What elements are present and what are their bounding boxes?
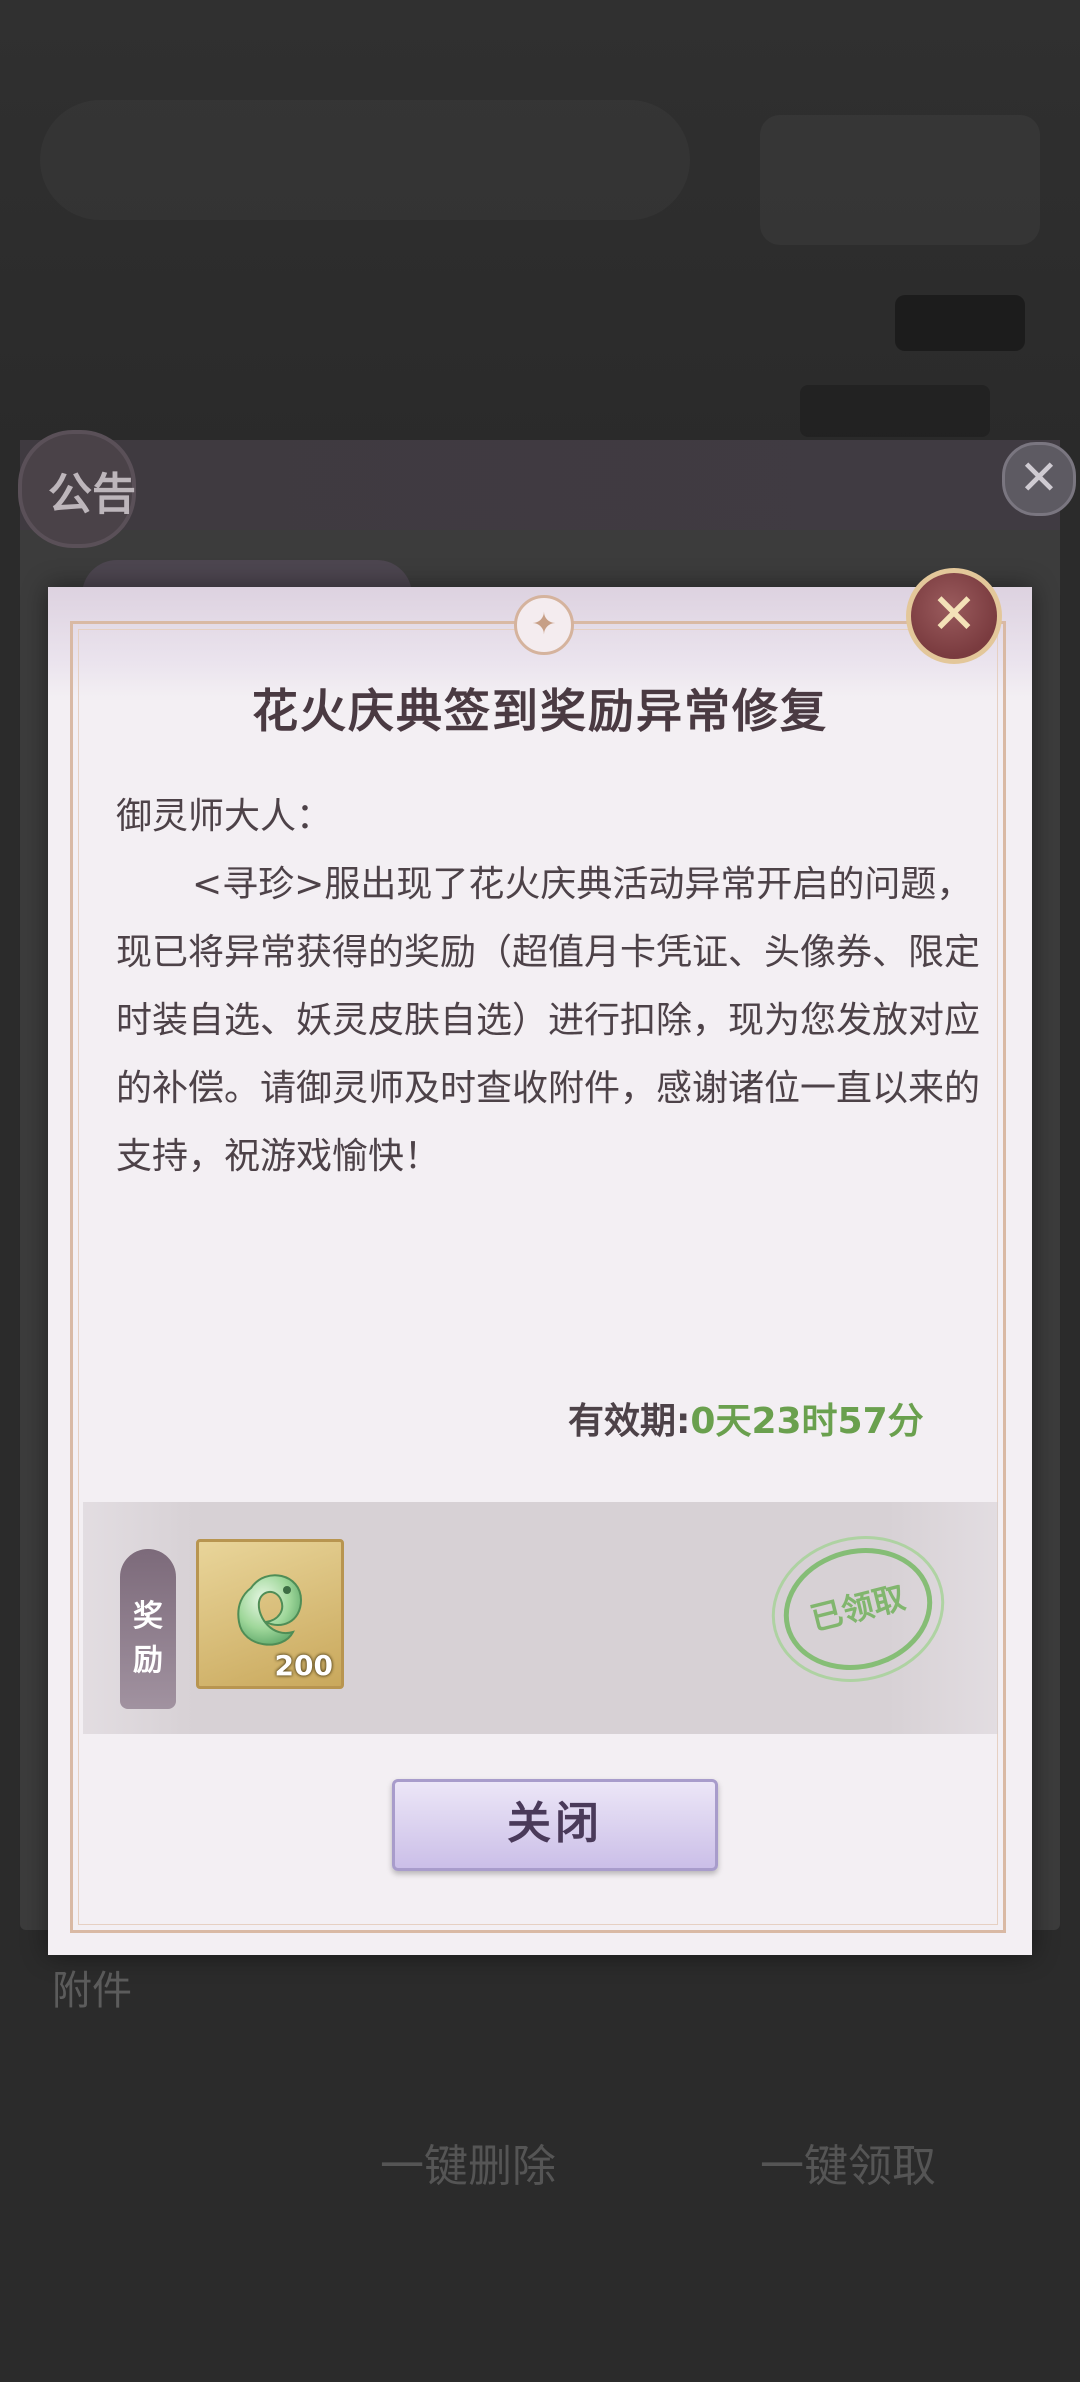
reward-tag: 奖 励 xyxy=(120,1549,176,1709)
reward-item-jade[interactable]: 200 xyxy=(196,1539,344,1689)
background-avatar-area xyxy=(760,115,1040,245)
background-badge xyxy=(895,295,1025,351)
background-badge xyxy=(800,385,990,437)
reward-tag-char: 励 xyxy=(133,1643,163,1678)
reward-tag-char: 奖 xyxy=(133,1599,163,1634)
validity-value: 0天23时57分 xyxy=(690,1401,924,1442)
mail-greeting: 御灵师大人： xyxy=(116,796,333,837)
dialog-close-icon[interactable]: ✕ xyxy=(906,568,1002,664)
validity-row: 有效期:0天23时57分 xyxy=(568,1392,924,1444)
dialog-title: 花火庆典签到奖励异常修复 xyxy=(252,684,828,738)
jade-icon xyxy=(237,1574,303,1646)
background-decoration xyxy=(40,100,690,220)
claim-all-button[interactable]: 一键领取 xyxy=(760,2130,936,2194)
attachment-label: 附件 xyxy=(52,1968,132,2014)
announcement-title-bar xyxy=(20,440,1060,530)
delete-all-button[interactable]: 一键删除 xyxy=(380,2130,556,2194)
close-button[interactable]: 关闭 xyxy=(392,1779,718,1871)
announcement-close-button[interactable]: ✕ xyxy=(1002,442,1076,516)
reward-count: 200 xyxy=(274,1649,333,1682)
validity-label: 有效期: xyxy=(568,1401,691,1442)
mail-paragraph: <寻珍>服出现了花火庆典活动异常开启的问题，现已将异常获得的奖励（超值月卡凭证、… xyxy=(116,864,981,1177)
announcement-title: 公告 xyxy=(48,469,136,520)
mail-dialog: ✦ 花火庆典签到奖励异常修复 御灵师大人： <寻珍>服出现了花火庆典活动异常开启… xyxy=(48,587,1032,1955)
crest-icon: ✦ xyxy=(514,595,574,655)
mail-body: 御灵师大人： <寻珍>服出现了花火庆典活动异常开启的问题，现已将异常获得的奖励（… xyxy=(116,783,996,1191)
